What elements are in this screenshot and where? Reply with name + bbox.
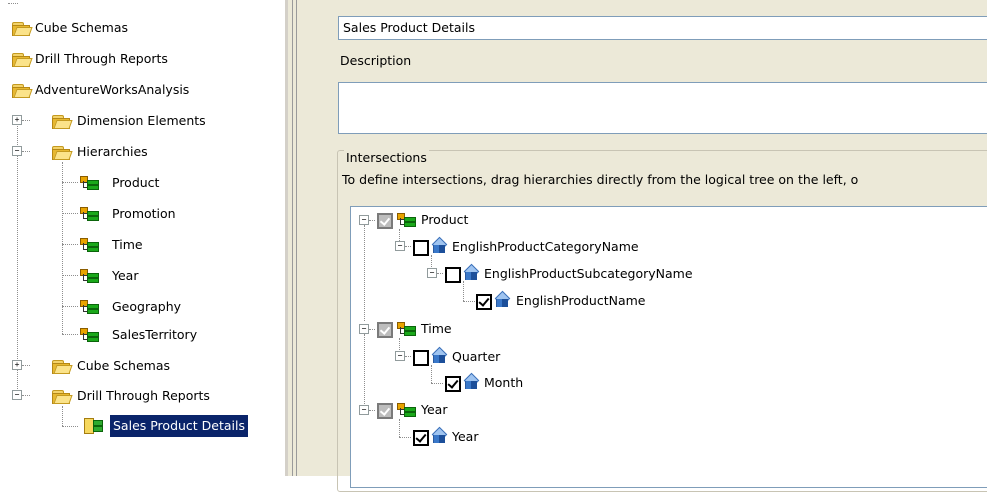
tree-item-label: Product — [112, 175, 160, 190]
tree-item-label: Promotion — [112, 206, 176, 221]
hierarchy-icon — [80, 206, 99, 222]
tree-item-label: Geography — [112, 299, 182, 314]
node-label: Time — [421, 321, 452, 336]
expand-cube-schemas-toggle[interactable]: + — [12, 360, 22, 370]
report-name-input[interactable]: Sales Product Details — [338, 16, 987, 40]
expand-dimension-elements-toggle[interactable]: + — [12, 115, 22, 125]
node-label: EnglishProductCategoryName — [452, 239, 639, 254]
hierarchy-icon — [397, 321, 416, 337]
attribute-cube-icon — [431, 426, 448, 444]
productname-checkbox[interactable] — [476, 294, 492, 310]
collapse-hierarchies-toggle[interactable]: − — [12, 146, 22, 156]
description-input[interactable] — [338, 82, 987, 134]
tree-item-label: Year — [112, 268, 139, 283]
node-label: EnglishProductName — [516, 293, 646, 308]
year-level-checkbox[interactable] — [413, 430, 429, 446]
attribute-cube-icon — [431, 236, 448, 254]
drill-through-report-icon — [84, 418, 103, 434]
collapse-time-toggle[interactable]: − — [359, 324, 369, 334]
tree-item-label: Drill Through Reports — [35, 51, 168, 66]
folder-icon — [12, 52, 33, 67]
collapse-category-toggle[interactable]: − — [395, 241, 405, 251]
splitter-handle[interactable] — [288, 0, 314, 476]
tree-item-label: AdventureWorksAnalysis — [35, 82, 190, 97]
folder-open-icon — [52, 145, 73, 160]
details-panel: Sales Product Details Description Inters… — [314, 0, 987, 492]
node-label: Quarter — [452, 349, 501, 364]
intersections-help-text: To define intersections, drag hierarchie… — [342, 172, 859, 187]
collapse-product-toggle[interactable]: − — [359, 215, 369, 225]
hierarchy-icon — [80, 237, 99, 253]
collapse-year-toggle[interactable]: − — [359, 405, 369, 415]
folder-icon — [52, 359, 73, 374]
collapse-quarter-toggle[interactable]: − — [395, 351, 405, 361]
hierarchy-icon — [80, 175, 99, 191]
hierarchy-icon — [80, 268, 99, 284]
subcategory-checkbox[interactable] — [445, 267, 461, 283]
node-label: Product — [421, 212, 469, 227]
quarter-checkbox[interactable] — [413, 350, 429, 366]
folder-icon — [12, 21, 33, 36]
hierarchy-icon — [397, 402, 416, 418]
month-checkbox[interactable] — [445, 376, 461, 392]
collapse-drill-through-reports-toggle[interactable]: − — [12, 390, 22, 400]
folder-icon — [52, 114, 73, 129]
attribute-cube-icon — [463, 263, 480, 281]
folder-open-icon — [52, 389, 73, 404]
attribute-cube-icon — [431, 346, 448, 364]
node-label: Year — [452, 429, 479, 444]
collapse-subcategory-toggle[interactable]: − — [427, 268, 437, 278]
tree-item-label: Cube Schemas — [35, 20, 129, 35]
attribute-cube-icon — [463, 372, 480, 390]
node-label: Year — [421, 402, 448, 417]
product-checkbox[interactable] — [377, 213, 393, 229]
tree-item-label-selected: Sales Product Details — [110, 415, 249, 437]
time-checkbox[interactable] — [377, 322, 393, 338]
node-label: Month — [484, 375, 524, 390]
tree-item-label: Dimension Elements — [77, 113, 206, 128]
intersections-tree[interactable]: − Product − EnglishProductCategoryName −… — [350, 206, 987, 488]
logical-tree[interactable]: Cube Schemas Drill Through Reports Adven… — [0, 0, 285, 476]
intersections-group-label: Intersections — [344, 150, 429, 165]
hierarchy-icon — [80, 299, 99, 315]
tree-item-label: Drill Through Reports — [77, 388, 210, 403]
category-checkbox[interactable] — [413, 240, 429, 256]
tree-item-label: Cube Schemas — [77, 358, 171, 373]
tree-item-label: SalesTerritory — [112, 327, 198, 342]
year-hierarchy-checkbox[interactable] — [377, 403, 393, 419]
description-label: Description — [340, 53, 412, 68]
tree-item-label: Hierarchies — [77, 144, 148, 159]
hierarchy-icon — [397, 212, 416, 228]
node-label: EnglishProductSubcategoryName — [484, 266, 693, 281]
folder-open-icon — [12, 83, 33, 98]
tree-item-label: Time — [112, 237, 143, 252]
hierarchy-icon — [80, 327, 99, 343]
attribute-cube-icon — [494, 290, 511, 308]
